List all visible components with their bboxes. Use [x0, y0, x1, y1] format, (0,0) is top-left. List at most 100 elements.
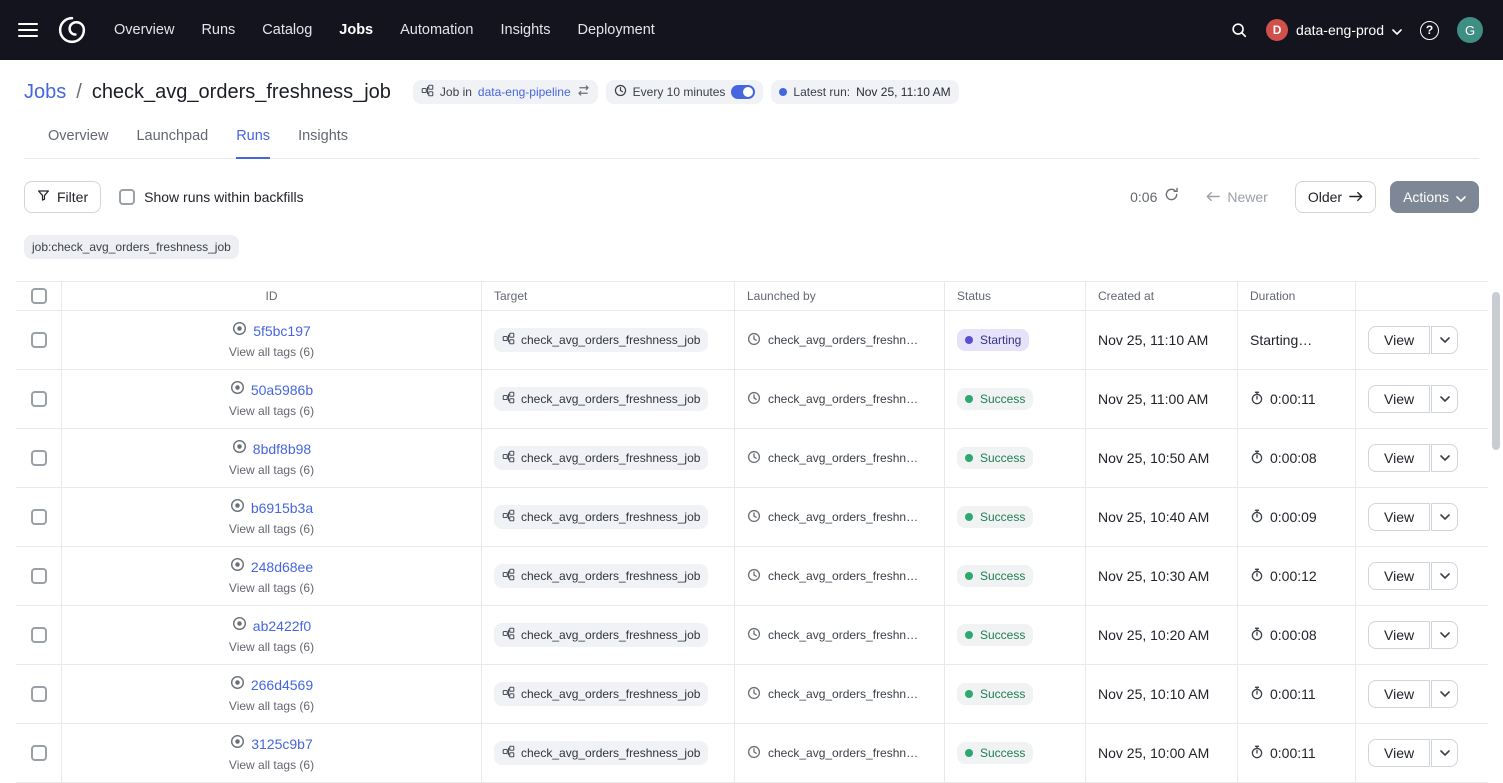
row-checkbox[interactable]: [31, 450, 47, 466]
view-button[interactable]: View: [1368, 444, 1430, 472]
status-badge[interactable]: Success: [957, 388, 1033, 410]
status-dot-icon: [965, 336, 973, 344]
run-id-link[interactable]: ab2422f0: [253, 618, 311, 634]
view-all-tags-link[interactable]: View all tags (6): [229, 345, 314, 359]
target-tag[interactable]: check_avg_orders_freshness_job: [494, 682, 708, 706]
target-tag[interactable]: check_avg_orders_freshness_job: [494, 328, 708, 352]
dagster-logo-icon[interactable]: [56, 14, 88, 46]
view-dropdown-button[interactable]: [1431, 503, 1458, 531]
view-button[interactable]: View: [1368, 562, 1430, 590]
target-tag[interactable]: check_avg_orders_freshness_job: [494, 446, 708, 470]
status-badge[interactable]: Success: [957, 506, 1033, 528]
launched-by-label[interactable]: check_avg_orders_freshn…: [768, 569, 918, 583]
view-all-tags-link[interactable]: View all tags (6): [229, 640, 314, 654]
pipeline-link[interactable]: data-eng-pipeline: [478, 85, 571, 99]
nav-item-automation[interactable]: Automation: [400, 22, 473, 38]
view-button[interactable]: View: [1368, 739, 1430, 767]
nav-item-insights[interactable]: Insights: [500, 22, 550, 38]
user-avatar[interactable]: G: [1457, 17, 1483, 43]
view-all-tags-link[interactable]: View all tags (6): [229, 699, 314, 713]
view-button[interactable]: View: [1368, 621, 1430, 649]
run-id-link[interactable]: 266d4569: [251, 677, 313, 693]
help-icon[interactable]: ?: [1420, 21, 1439, 40]
search-icon[interactable]: [1230, 21, 1248, 39]
launched-by-label[interactable]: check_avg_orders_freshn…: [768, 451, 918, 465]
deployment-avatar: D: [1266, 19, 1288, 41]
select-all-checkbox[interactable]: [31, 288, 47, 304]
tab-insights[interactable]: Insights: [298, 128, 348, 158]
run-id-link[interactable]: 248d68ee: [251, 559, 313, 575]
view-button[interactable]: View: [1368, 680, 1430, 708]
view-all-tags-link[interactable]: View all tags (6): [229, 581, 314, 595]
view-all-tags-link[interactable]: View all tags (6): [229, 404, 314, 418]
newer-button[interactable]: Newer: [1193, 181, 1280, 213]
target-tag[interactable]: check_avg_orders_freshness_job: [494, 505, 708, 529]
status-badge[interactable]: Success: [957, 742, 1033, 764]
run-id-link[interactable]: 8bdf8b98: [253, 441, 311, 457]
view-all-tags-link[interactable]: View all tags (6): [229, 522, 314, 536]
run-id-cell: ab2422f0 View all tags (6): [62, 606, 482, 664]
row-checkbox[interactable]: [31, 391, 47, 407]
run-id-link[interactable]: b6915b3a: [251, 500, 313, 516]
run-id-link[interactable]: 5f5bc197: [253, 323, 311, 339]
actions-cell: View: [1356, 370, 1488, 428]
row-checkbox[interactable]: [31, 745, 47, 761]
launched-by-label[interactable]: check_avg_orders_freshn…: [768, 510, 918, 524]
backfills-checkbox[interactable]: [119, 189, 135, 205]
nav-item-overview[interactable]: Overview: [114, 22, 174, 38]
menu-icon[interactable]: [18, 23, 38, 37]
target-tag[interactable]: check_avg_orders_freshness_job: [494, 387, 708, 411]
view-dropdown-button[interactable]: [1431, 326, 1458, 354]
tab-overview[interactable]: Overview: [48, 128, 108, 158]
view-dropdown-button[interactable]: [1431, 621, 1458, 649]
row-checkbox[interactable]: [31, 509, 47, 525]
status-badge[interactable]: Success: [957, 683, 1033, 705]
row-checkbox[interactable]: [31, 627, 47, 643]
view-dropdown-button[interactable]: [1431, 444, 1458, 472]
run-id-link[interactable]: 3125c9b7: [251, 736, 313, 752]
view-all-tags-link[interactable]: View all tags (6): [229, 463, 314, 477]
view-button[interactable]: View: [1368, 385, 1430, 413]
view-button[interactable]: View: [1368, 503, 1430, 531]
latest-run-time[interactable]: Nov 25, 11:10 AM: [856, 85, 951, 99]
launched-by-label[interactable]: check_avg_orders_freshn…: [768, 392, 918, 406]
deployment-switcher[interactable]: D data-eng-prod: [1266, 19, 1402, 41]
view-dropdown-button[interactable]: [1431, 680, 1458, 708]
run-id-link[interactable]: 50a5986b: [251, 382, 313, 398]
target-tag[interactable]: check_avg_orders_freshness_job: [494, 623, 708, 647]
nav-item-deployment[interactable]: Deployment: [577, 22, 654, 38]
target-tag[interactable]: check_avg_orders_freshness_job: [494, 741, 708, 765]
tab-runs[interactable]: Runs: [236, 128, 270, 159]
table-row: 3125c9b7 View all tags (6) check_avg_ord…: [16, 724, 1488, 783]
view-dropdown-button[interactable]: [1431, 739, 1458, 767]
view-all-tags-link[interactable]: View all tags (6): [229, 758, 314, 772]
breadcrumb-jobs-link[interactable]: Jobs: [24, 81, 66, 104]
target-tag[interactable]: check_avg_orders_freshness_job: [494, 564, 708, 588]
status-badge[interactable]: Success: [957, 447, 1033, 469]
swap-icon[interactable]: [577, 85, 590, 99]
older-button[interactable]: Older: [1295, 181, 1376, 213]
view-dropdown-button[interactable]: [1431, 562, 1458, 590]
actions-button[interactable]: Actions: [1390, 181, 1479, 213]
row-checkbox[interactable]: [31, 686, 47, 702]
vertical-scrollbar[interactable]: [1492, 292, 1500, 450]
nav-item-jobs[interactable]: Jobs: [339, 22, 373, 38]
launched-by-label[interactable]: check_avg_orders_freshn…: [768, 746, 918, 760]
row-checkbox[interactable]: [31, 332, 47, 348]
view-button[interactable]: View: [1368, 326, 1430, 354]
nav-item-catalog[interactable]: Catalog: [262, 22, 312, 38]
tab-launchpad[interactable]: Launchpad: [136, 128, 208, 158]
view-dropdown-button[interactable]: [1431, 385, 1458, 413]
launched-by-label[interactable]: check_avg_orders_freshn…: [768, 628, 918, 642]
job-filter-tag[interactable]: job:check_avg_orders_freshness_job: [24, 235, 239, 259]
refresh-icon[interactable]: [1164, 187, 1179, 207]
status-badge[interactable]: Starting: [957, 329, 1029, 351]
row-checkbox[interactable]: [31, 568, 47, 584]
filter-button[interactable]: Filter: [24, 181, 101, 213]
launched-by-label[interactable]: check_avg_orders_freshn…: [768, 333, 918, 347]
launched-by-label[interactable]: check_avg_orders_freshn…: [768, 687, 918, 701]
status-badge[interactable]: Success: [957, 624, 1033, 646]
schedule-toggle[interactable]: [731, 85, 755, 99]
status-badge[interactable]: Success: [957, 565, 1033, 587]
nav-item-runs[interactable]: Runs: [201, 22, 235, 38]
